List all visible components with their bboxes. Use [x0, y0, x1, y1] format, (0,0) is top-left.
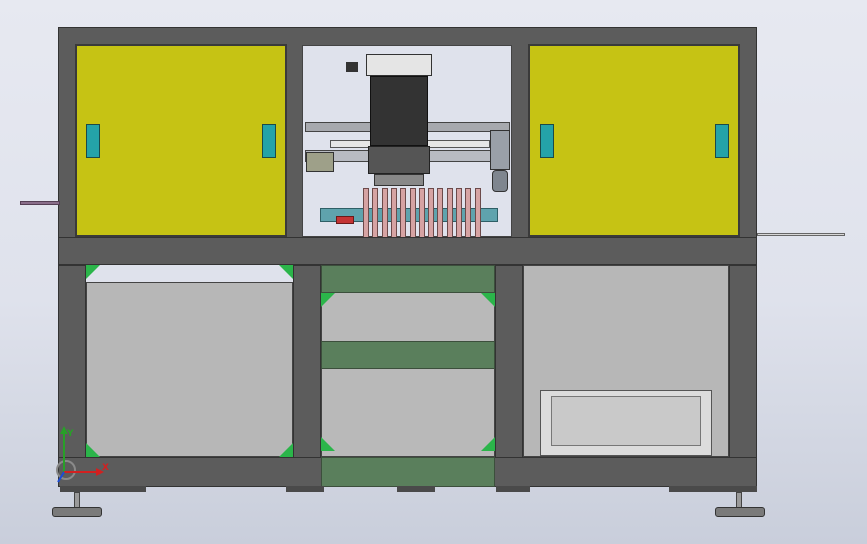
foot-pad-5: [669, 486, 757, 492]
right-motor: [492, 170, 508, 192]
left-rod: [20, 201, 60, 205]
right-door-handle-left[interactable]: [540, 124, 554, 158]
gusset: [279, 265, 293, 279]
conveyor-red-part: [336, 216, 354, 224]
left-leveling-foot: [52, 507, 102, 517]
left-door[interactable]: [75, 44, 287, 237]
foot-pad-4: [496, 486, 530, 492]
lower-right-column: [729, 265, 757, 461]
right-door[interactable]: [528, 44, 740, 237]
gusset: [321, 293, 335, 307]
head-top-plate: [366, 54, 432, 76]
green-panel-middle: [321, 341, 495, 369]
green-panel-top: [321, 265, 495, 293]
left-door-handle-left[interactable]: [86, 124, 100, 158]
mid-beam: [58, 237, 757, 265]
gusset: [86, 265, 100, 279]
lower-mid-right-column: [495, 265, 523, 461]
left-motor-block: [306, 152, 334, 172]
coordinate-triad: Y X: [56, 426, 109, 483]
triad-y-label: Y: [66, 429, 74, 439]
small-sensor: [346, 62, 358, 72]
right-door-handle-right[interactable]: [715, 124, 729, 158]
triad-x-label: X: [102, 463, 109, 473]
green-panel-bottom: [321, 457, 495, 487]
left-door-handle-right[interactable]: [262, 124, 276, 158]
right-leveling-stem: [736, 492, 742, 508]
gusset: [279, 443, 293, 457]
left-lower-lintel: [86, 265, 293, 282]
gusset: [481, 293, 495, 307]
right-inner-bracket-slot: [551, 396, 701, 446]
head-lower: [368, 146, 430, 174]
lower-mid-left-column: [293, 265, 321, 461]
left-leveling-stem: [74, 492, 80, 508]
head-body: [370, 76, 428, 146]
right-gearbox: [490, 130, 510, 170]
gusset: [481, 437, 495, 451]
foot-pad-2: [286, 486, 324, 492]
triad-origin-ring: [56, 460, 76, 480]
right-rod: [757, 233, 845, 236]
cad-viewport[interactable]: Y X: [0, 0, 867, 544]
head-nozzles: [374, 174, 424, 186]
foot-pad-3: [397, 486, 435, 492]
right-leveling-foot: [715, 507, 765, 517]
gusset: [321, 437, 335, 451]
